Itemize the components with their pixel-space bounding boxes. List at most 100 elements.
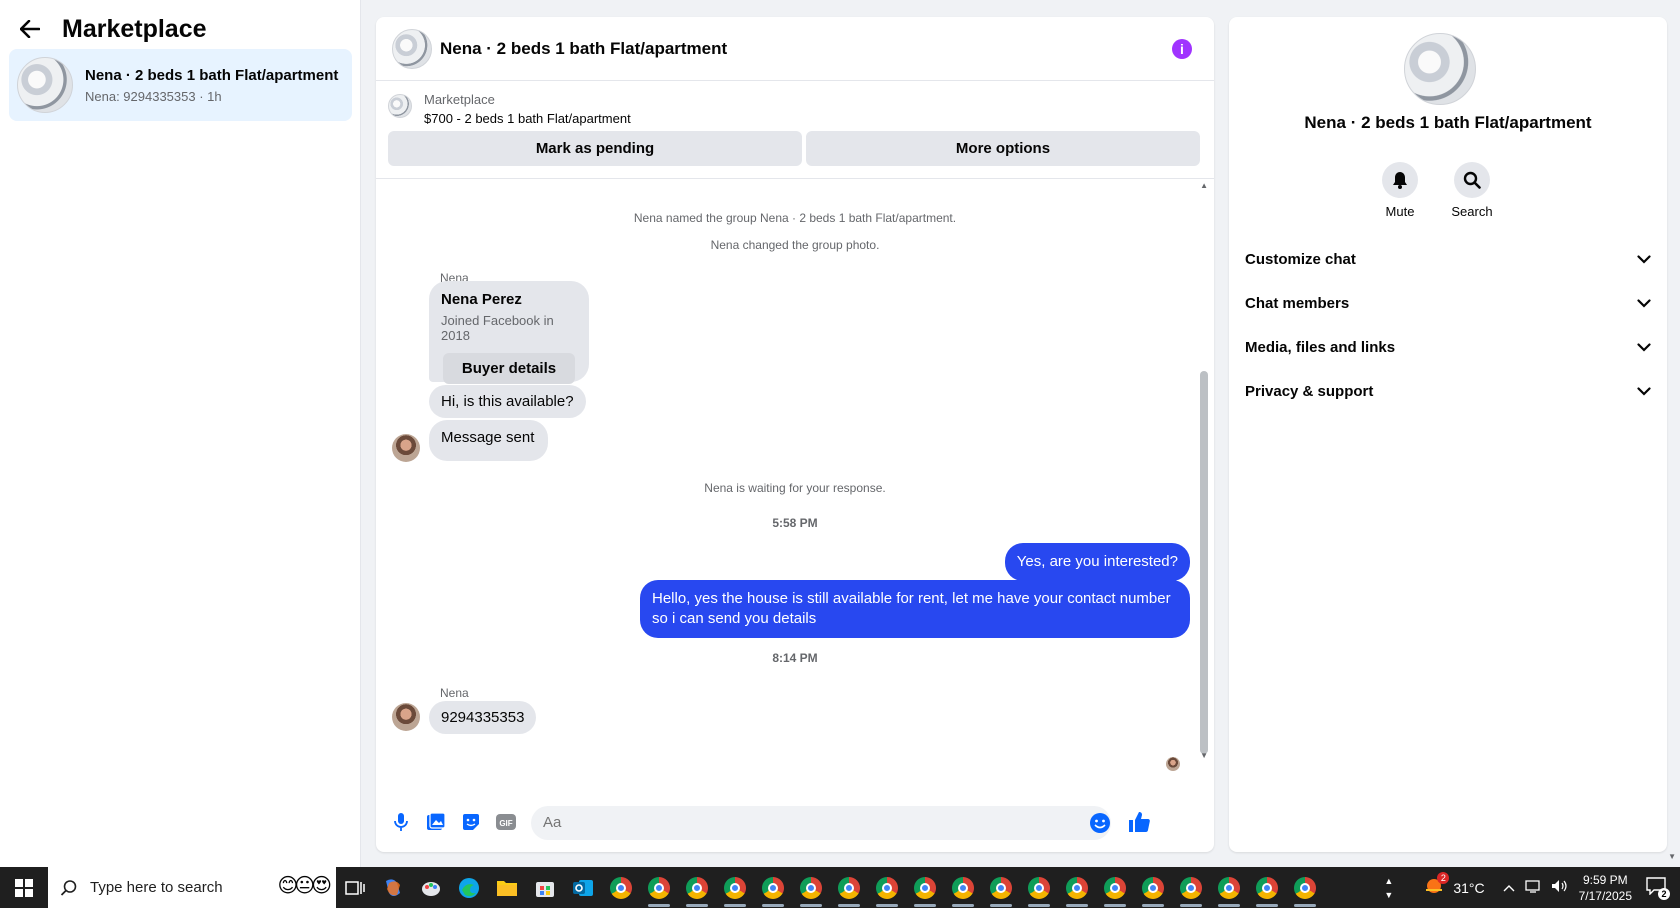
mute-action[interactable]: Mute bbox=[1370, 162, 1430, 219]
file-explorer-icon[interactable] bbox=[488, 867, 526, 908]
page-scroll-down-icon[interactable]: ▼ bbox=[1668, 852, 1676, 861]
conversation-sidebar: Marketplace Nena · 2 beds 1 bath Flat/ap… bbox=[0, 0, 361, 867]
taskbar-search-box[interactable]: Type here to search 😊😐😍 bbox=[48, 867, 336, 908]
buyer-name: Nena Perez bbox=[441, 291, 522, 308]
svg-text:GIF: GIF bbox=[499, 819, 512, 828]
buyer-card: Nena Perez Joined Facebook in 2018 Buyer… bbox=[429, 281, 589, 384]
search-action[interactable]: Search bbox=[1442, 162, 1502, 219]
scroll-thumb[interactable] bbox=[1200, 371, 1208, 754]
conversation-item[interactable]: Nena · 2 beds 1 bath Flat/apartment Nena… bbox=[9, 49, 352, 121]
buyer-joined: Joined Facebook in 2018 bbox=[441, 313, 554, 343]
more-options-button[interactable]: More options bbox=[806, 131, 1200, 166]
message-composer: GIF bbox=[376, 792, 1214, 852]
back-arrow-icon[interactable] bbox=[20, 17, 44, 41]
scroll-down-icon[interactable]: ▼ bbox=[1200, 751, 1208, 760]
listing-price-title[interactable]: $700 - 2 beds 1 bath Flat/apartment bbox=[424, 111, 631, 126]
weather-icon: 2 bbox=[1423, 872, 1450, 899]
section-customize-chat[interactable]: Customize chat bbox=[1245, 241, 1651, 277]
scroll-up-icon[interactable]: ▲ bbox=[1200, 181, 1208, 190]
listing-thumbnail[interactable] bbox=[388, 94, 412, 118]
chrome-profile-icon[interactable] bbox=[640, 867, 678, 908]
chrome-icon[interactable] bbox=[602, 867, 640, 908]
outgoing-message: Hello, yes the house is still available … bbox=[640, 580, 1190, 638]
chrome-profile-icon[interactable] bbox=[944, 867, 982, 908]
clock-time: 9:59 PM bbox=[1582, 872, 1628, 887]
chat-panel: Nena · 2 beds 1 bath Flat/apartment i Ma… bbox=[376, 17, 1214, 852]
sender-avatar[interactable] bbox=[392, 703, 420, 731]
thumbs-up-icon[interactable] bbox=[1127, 810, 1151, 834]
copilot-icon[interactable] bbox=[374, 867, 412, 908]
volume-icon[interactable] bbox=[1551, 879, 1569, 896]
system-clock[interactable]: 9:59 PM 7/17/2025 bbox=[1579, 872, 1632, 904]
weather-widget[interactable]: 2 31°C bbox=[1423, 872, 1485, 899]
sender-name: Nena bbox=[440, 686, 469, 700]
chrome-profile-icon[interactable] bbox=[1286, 867, 1324, 908]
microphone-icon[interactable] bbox=[390, 811, 412, 833]
chrome-profile-icon[interactable] bbox=[716, 867, 754, 908]
incoming-message: 9294335353 bbox=[429, 701, 537, 734]
chrome-profile-icon[interactable] bbox=[1058, 867, 1096, 908]
section-privacy-support[interactable]: Privacy & support bbox=[1245, 373, 1651, 409]
message-scrollbar[interactable]: ▲ ▼ bbox=[1200, 181, 1208, 761]
system-message: Nena is waiting for your response. bbox=[704, 481, 886, 495]
buyer-details-button[interactable]: Buyer details bbox=[443, 353, 575, 384]
photo-icon[interactable] bbox=[425, 811, 447, 833]
emoji-icon[interactable] bbox=[1089, 812, 1111, 834]
taskbar-search-placeholder: Type here to search bbox=[90, 879, 223, 896]
taskbar-scroll-icon[interactable]: ▲ ▼ bbox=[1384, 874, 1393, 902]
network-icon[interactable] bbox=[1524, 879, 1543, 896]
store-icon[interactable] bbox=[526, 867, 564, 908]
chrome-profile-icon[interactable] bbox=[678, 867, 716, 908]
task-view-icon[interactable] bbox=[336, 867, 374, 908]
outlook-icon[interactable] bbox=[564, 867, 602, 908]
chrome-profile-icon[interactable] bbox=[1020, 867, 1058, 908]
chrome-profile-icon[interactable] bbox=[830, 867, 868, 908]
outgoing-message: Yes, are you interested? bbox=[1004, 543, 1190, 581]
chat-header: Nena · 2 beds 1 bath Flat/apartment i bbox=[376, 17, 1214, 81]
section-media-files-links[interactable]: Media, files and links bbox=[1245, 329, 1651, 365]
chrome-profile-icon[interactable] bbox=[906, 867, 944, 908]
section-label: Chat members bbox=[1245, 294, 1350, 312]
chevron-down-icon bbox=[1637, 295, 1651, 312]
gif-icon[interactable]: GIF bbox=[495, 811, 517, 833]
paint-icon[interactable] bbox=[412, 867, 450, 908]
chat-avatar[interactable] bbox=[392, 28, 432, 69]
mark-as-pending-button[interactable]: Mark as pending bbox=[388, 131, 802, 166]
section-label: Privacy & support bbox=[1245, 382, 1374, 400]
section-label: Media, files and links bbox=[1245, 338, 1396, 356]
chevron-up-icon[interactable] bbox=[1503, 880, 1515, 895]
chat-title[interactable]: Nena · 2 beds 1 bath Flat/apartment bbox=[440, 39, 727, 59]
timestamp: 8:14 PM bbox=[772, 651, 818, 665]
system-tray: ▲ ▼ 2 31°C 9:59 PM 7/17/2025 2 bbox=[1384, 867, 1680, 908]
windows-start-icon[interactable] bbox=[0, 867, 48, 908]
windows-taskbar: Type here to search 😊😐😍 ▲ ▼ 2 31°C 9:59 … bbox=[0, 867, 1680, 908]
sticker-icon[interactable] bbox=[460, 811, 482, 833]
notification-icon[interactable]: 2 bbox=[1646, 877, 1670, 900]
conversation-title: Nena · 2 beds 1 bath Flat/apartment bbox=[85, 66, 339, 84]
section-label: Customize chat bbox=[1245, 250, 1356, 268]
chrome-profile-icon[interactable] bbox=[1134, 867, 1172, 908]
bell-icon[interactable] bbox=[1382, 162, 1418, 198]
chrome-profile-icon[interactable] bbox=[868, 867, 906, 908]
chrome-profile-icon[interactable] bbox=[1096, 867, 1134, 908]
message-input[interactable] bbox=[531, 806, 1111, 840]
chrome-profile-icon[interactable] bbox=[1210, 867, 1248, 908]
chrome-profile-icon[interactable] bbox=[1172, 867, 1210, 908]
timestamp: 5:58 PM bbox=[772, 516, 818, 530]
read-receipt-avatar bbox=[1166, 757, 1180, 771]
system-message: Nena named the group Nena · 2 beds 1 bat… bbox=[633, 211, 957, 225]
chrome-profile-icon[interactable] bbox=[982, 867, 1020, 908]
chrome-profile-icon[interactable] bbox=[792, 867, 830, 908]
sidebar-title: Marketplace bbox=[62, 14, 207, 43]
group-photo[interactable] bbox=[1404, 33, 1476, 105]
edge-icon[interactable] bbox=[450, 867, 488, 908]
sender-avatar[interactable] bbox=[392, 434, 420, 462]
system-message: Nena changed the group photo. bbox=[710, 238, 880, 252]
message-list: Nena named the group Nena · 2 beds 1 bat… bbox=[376, 181, 1214, 781]
section-chat-members[interactable]: Chat members bbox=[1245, 285, 1651, 321]
search-icon[interactable] bbox=[1454, 162, 1490, 198]
chrome-profile-icon[interactable] bbox=[1248, 867, 1286, 908]
chrome-profile-icon[interactable] bbox=[754, 867, 792, 908]
info-icon[interactable]: i bbox=[1172, 39, 1192, 59]
details-title: Nena · 2 beds 1 bath Flat/apartment bbox=[1304, 113, 1592, 132]
